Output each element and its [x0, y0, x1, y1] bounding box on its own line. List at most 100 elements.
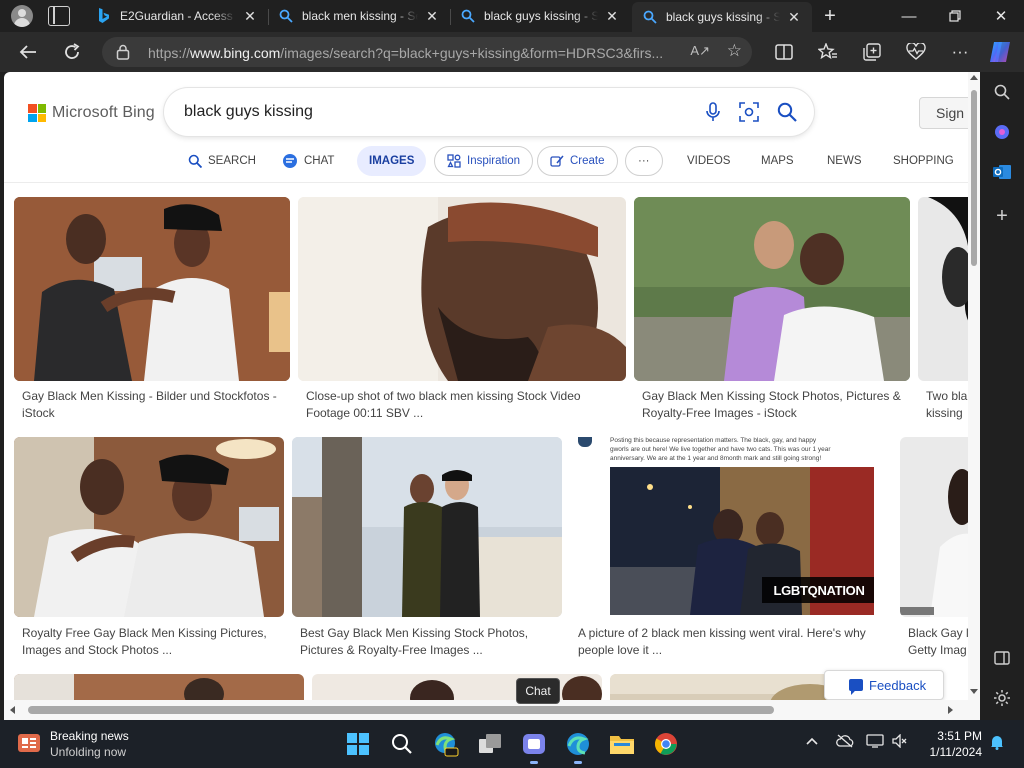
search-box[interactable]: black guys kissing [164, 88, 814, 136]
collections-button[interactable] [860, 40, 884, 64]
result-thumbnail[interactable] [292, 437, 562, 617]
split-screen-button[interactable] [772, 40, 796, 64]
read-aloud-icon[interactable]: A↗ [690, 43, 710, 59]
sidebar-outlook-button[interactable] [990, 160, 1014, 184]
nav-inspiration[interactable]: Inspiration [434, 146, 534, 176]
news-subtitle: Unfolding now [50, 745, 127, 759]
file-explorer-button[interactable] [608, 730, 636, 758]
vertical-scroll-thumb[interactable] [971, 90, 977, 266]
edge-beta-button[interactable] [432, 730, 460, 758]
back-button[interactable] [16, 40, 40, 64]
result-caption[interactable]: Black Gay l Getty Imag [908, 625, 969, 659]
result-thumbnail[interactable] [298, 197, 626, 381]
image-result[interactable]: Posting this because representation matt… [570, 437, 886, 663]
image-result[interactable]: Royalty Free Gay Black Men Kissing Pictu… [14, 437, 284, 663]
nav-news[interactable]: NEWS [827, 146, 862, 176]
favorites-button[interactable] [816, 40, 840, 64]
result-caption[interactable]: Royalty Free Gay Black Men Kissing Pictu… [22, 625, 267, 659]
tab-e2guardian[interactable]: E2Guardian - Access De ✕ [86, 0, 268, 32]
result-thumbnail[interactable] [14, 197, 290, 381]
network-tray-button[interactable] [866, 734, 884, 751]
favorite-star-icon[interactable]: ☆ [727, 41, 742, 61]
minimize-button[interactable]: — [886, 0, 932, 32]
scroll-right-icon[interactable] [948, 706, 953, 714]
close-tab-icon[interactable]: ✕ [424, 8, 440, 25]
chrome-button[interactable] [652, 730, 680, 758]
result-thumbnail[interactable] [14, 674, 304, 700]
settings-more-button[interactable]: ··· [948, 40, 972, 64]
tab-black-men-kissing[interactable]: black men kissing - Se ✕ [268, 0, 450, 32]
close-tab-icon[interactable]: ✕ [604, 8, 620, 25]
result-thumbnail[interactable] [634, 197, 910, 381]
scroll-down-icon[interactable] [970, 689, 978, 694]
nav-shopping[interactable]: SHOPPING [893, 146, 954, 176]
result-caption[interactable]: Close-up shot of two black men kissing S… [306, 388, 581, 422]
nav-search[interactable]: SEARCH [188, 146, 256, 176]
browser-essentials-button[interactable] [904, 40, 928, 64]
news-widget[interactable]: Breaking news Unfolding now [18, 728, 129, 760]
new-tab-button[interactable]: + [818, 4, 842, 28]
image-result[interactable]: Close-up shot of two black men kissing S… [298, 197, 626, 423]
volume-tray-button[interactable] [892, 733, 908, 751]
search-input[interactable]: black guys kissing [184, 103, 313, 121]
nav-more-button[interactable]: ··· [625, 146, 663, 176]
news-icon [18, 734, 40, 752]
result-thumbnail[interactable] [14, 437, 284, 617]
taskbar-search-button[interactable] [388, 730, 416, 758]
collections-icon [863, 43, 881, 61]
microphone-icon[interactable] [702, 101, 724, 123]
horizontal-scroll-thumb[interactable] [28, 706, 774, 714]
copilot-button[interactable] [988, 40, 1012, 64]
close-tab-icon[interactable]: ✕ [786, 9, 802, 26]
sidebar-toggle-button[interactable] [990, 646, 1014, 670]
tab-actions-button[interactable] [48, 6, 70, 26]
close-tab-icon[interactable]: ✕ [242, 8, 258, 25]
image-result[interactable]: Gay Black Men Kissing Stock Photos, Pict… [634, 197, 910, 423]
bing-logo[interactable]: Microsoft Bing [28, 104, 155, 122]
nav-chat[interactable]: CHAT [282, 146, 334, 176]
onedrive-tray-button[interactable] [836, 734, 854, 751]
show-hidden-icons-button[interactable] [806, 734, 818, 749]
sidebar-add-button[interactable]: + [990, 204, 1014, 228]
profile-button[interactable] [8, 4, 36, 28]
tab-black-guys-kissing[interactable]: black guys kissing - Se ✕ [450, 0, 630, 32]
image-result[interactable] [14, 674, 304, 700]
search-submit-icon[interactable] [776, 101, 798, 123]
result-caption[interactable]: Two bla kissing [926, 388, 967, 422]
nav-create-label: Create [570, 155, 605, 167]
close-window-button[interactable]: ✕ [978, 0, 1024, 32]
scroll-up-icon[interactable] [970, 75, 978, 80]
notifications-button[interactable] [990, 734, 1004, 753]
result-caption[interactable]: Gay Black Men Kissing Stock Photos, Pict… [642, 388, 901, 422]
restore-button[interactable] [932, 0, 978, 32]
search-icon [994, 84, 1010, 100]
vertical-scrollbar[interactable] [968, 72, 980, 700]
refresh-button[interactable] [60, 40, 84, 64]
nav-images[interactable]: IMAGES [357, 146, 427, 176]
tab-black-guys-kissing-active[interactable]: black guys kissing - Se ✕ [632, 2, 812, 32]
image-result[interactable]: Best Gay Black Men Kissing Stock Photos,… [292, 437, 562, 663]
folder-icon [610, 736, 634, 754]
address-bar[interactable]: https://www.bing.com/images/search?q=bla… [102, 37, 752, 67]
chat-app-button[interactable] [520, 730, 548, 764]
horizontal-scrollbar[interactable] [4, 700, 980, 720]
result-caption[interactable]: Gay Black Men Kissing - Bilder und Stock… [22, 388, 277, 422]
nav-videos[interactable]: VIDEOS [687, 146, 730, 176]
feedback-button[interactable]: Feedback [824, 670, 944, 700]
chat-tooltip: Chat [516, 678, 560, 704]
visual-search-icon[interactable] [738, 101, 760, 123]
nav-maps[interactable]: MAPS [761, 146, 794, 176]
sidebar-search-button[interactable] [990, 80, 1014, 104]
result-thumbnail[interactable]: Posting this because representation matt… [570, 437, 886, 617]
result-caption[interactable]: Best Gay Black Men Kissing Stock Photos,… [300, 625, 528, 659]
image-result[interactable]: Gay Black Men Kissing - Bilder und Stock… [14, 197, 290, 423]
sidebar-copilot-button[interactable] [990, 120, 1014, 144]
task-view-button[interactable] [476, 730, 504, 758]
start-button[interactable] [344, 730, 372, 758]
nav-create[interactable]: Create [537, 146, 618, 176]
scroll-left-icon[interactable] [10, 706, 15, 714]
system-clock[interactable]: 3:51 PM 1/11/2024 [918, 728, 983, 760]
result-caption[interactable]: A picture of 2 black men kissing went vi… [578, 625, 866, 659]
sidebar-settings-button[interactable] [990, 686, 1014, 710]
edge-button[interactable] [564, 730, 592, 764]
